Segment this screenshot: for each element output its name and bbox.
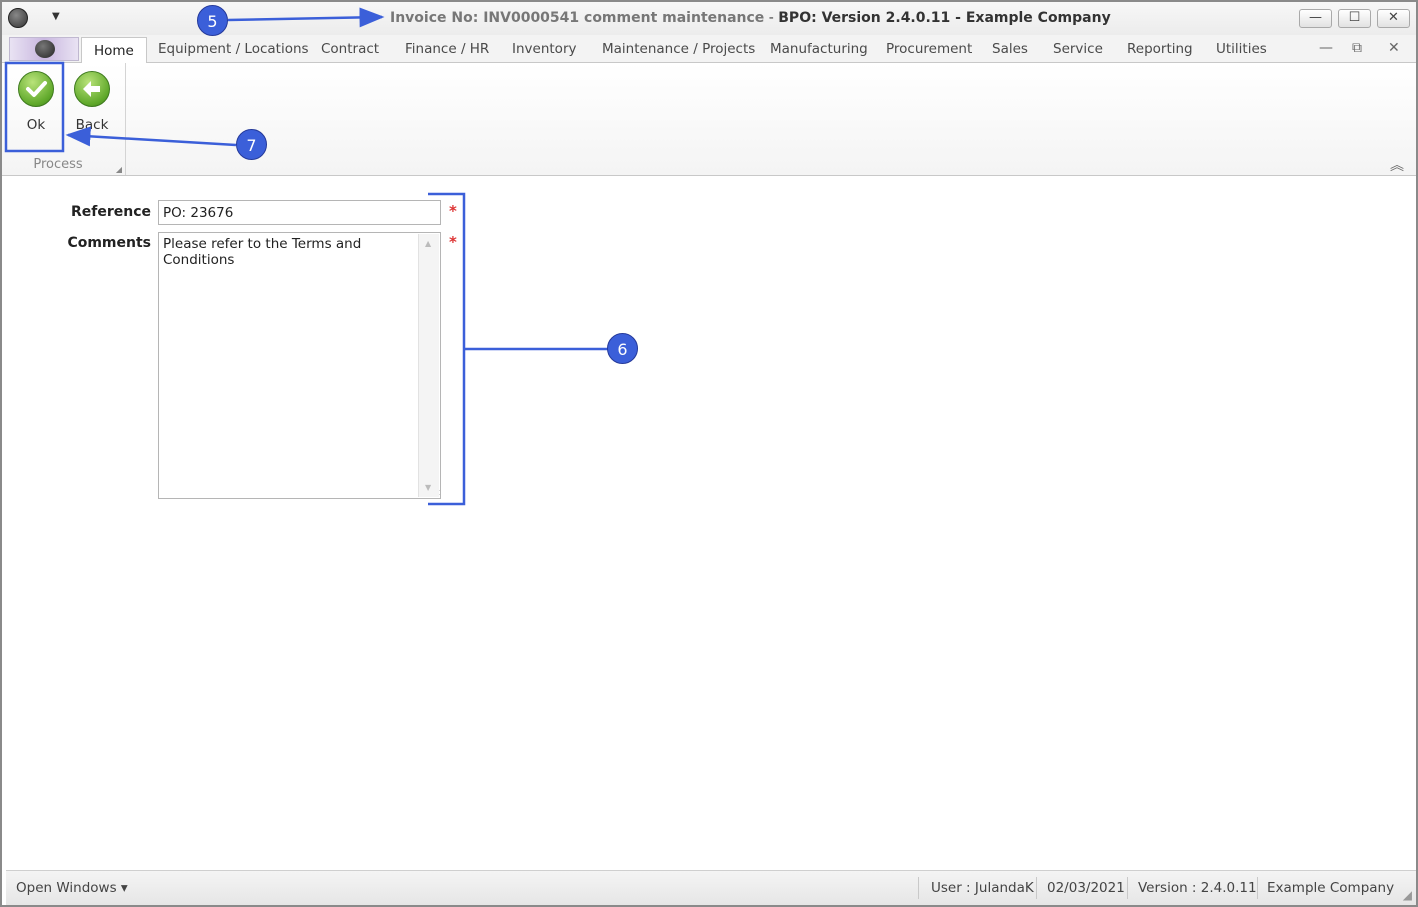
ok-button-highlight	[4, 61, 65, 153]
annotation-overlay	[4, 7, 608, 506]
callout-7: 7	[236, 129, 267, 160]
callout-7-arrow	[65, 126, 237, 147]
callout-5-arrow	[227, 7, 385, 28]
callout-5: 5	[197, 5, 228, 36]
callout-6: 6	[607, 333, 638, 364]
form-bracket	[428, 192, 466, 506]
